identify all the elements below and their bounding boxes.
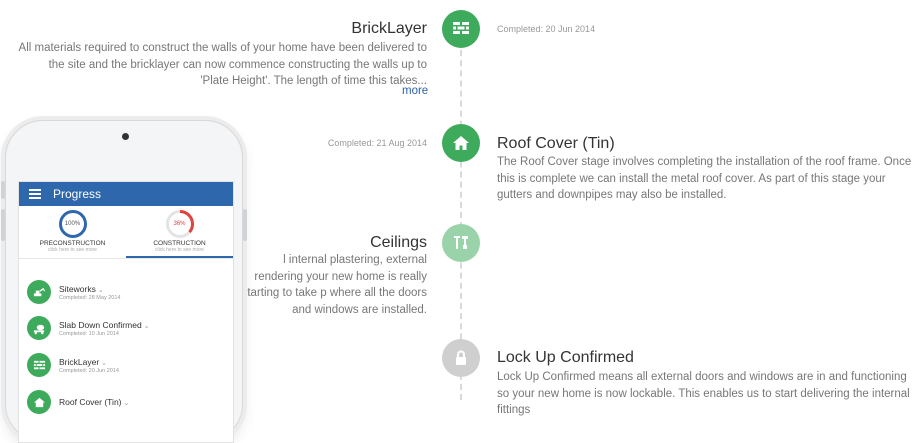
phone-mockup: Progress 100% PRECONSTRUCTION click here… bbox=[1, 120, 247, 443]
task-name: Slab Down Confirmed ⌄ bbox=[59, 319, 150, 330]
timeline-node-roof-cover[interactable] bbox=[442, 124, 480, 162]
plaster-tools-icon bbox=[454, 236, 468, 249]
tab-preconstruction[interactable]: 100% PRECONSTRUCTION click here to see m… bbox=[19, 206, 126, 258]
house-icon bbox=[27, 390, 51, 414]
stage-label: CONSTRUCTION bbox=[153, 240, 206, 247]
app-bar: Progress bbox=[19, 182, 233, 206]
phone-side-button bbox=[243, 209, 247, 241]
timeline-node-bricklayer[interactable] bbox=[442, 10, 480, 48]
phone-side-button bbox=[1, 209, 5, 241]
timeline-node-ceilings[interactable] bbox=[442, 224, 480, 262]
list-item[interactable]: Siteworks ⌄ Completed: 28 May 2014 bbox=[27, 280, 120, 304]
task-date: Completed: 28 May 2014 bbox=[59, 294, 121, 301]
list-item[interactable]: BrickLayer ⌄ Completed: 20 Jun 2014 bbox=[27, 353, 119, 377]
task-date: Completed: 20 Jun 2014 bbox=[59, 367, 119, 374]
timeline-node-lock-up[interactable] bbox=[442, 339, 480, 377]
task-date: Completed: 10 Jun 2014 bbox=[59, 330, 119, 337]
menu-icon[interactable] bbox=[29, 189, 41, 199]
brick-wall-icon bbox=[453, 22, 469, 34]
excavator-icon bbox=[27, 280, 51, 304]
stage-sublabel: click here to see more bbox=[155, 247, 204, 253]
timeline-item-description: Lock Up Confirmed means all external doo… bbox=[497, 371, 910, 416]
completed-date: Completed: 20 Jun 2014 bbox=[497, 24, 596, 34]
task-name: Siteworks ⌄ bbox=[59, 283, 104, 294]
more-link[interactable]: more bbox=[402, 85, 428, 97]
concrete-mixer-icon bbox=[27, 316, 51, 340]
progress-ring: 36% bbox=[165, 210, 194, 238]
progress-ring: 100% bbox=[58, 210, 87, 238]
timeline-item-description: l internal plastering, external renderin… bbox=[241, 254, 427, 316]
task-name: Roof Cover (Tin) ⌄ bbox=[59, 396, 130, 407]
phone-screen: Progress 100% PRECONSTRUCTION click here… bbox=[18, 181, 234, 443]
padlock-icon bbox=[456, 350, 466, 365]
timeline-item-description: All materials required to construct the … bbox=[18, 42, 427, 87]
progress-percent: 100% bbox=[64, 221, 81, 227]
timeline-item-description: The Roof Cover stage involves completing… bbox=[497, 156, 912, 201]
tab-construction[interactable]: 36% CONSTRUCTION click here to see more bbox=[126, 206, 233, 258]
brick-wall-icon bbox=[27, 353, 51, 377]
timeline-item-title: Ceilings bbox=[370, 234, 427, 251]
stage-tabs: 100% PRECONSTRUCTION click here to see m… bbox=[19, 206, 233, 259]
stage-sublabel: click here to see more bbox=[48, 247, 97, 253]
stage-label: PRECONSTRUCTION bbox=[39, 240, 106, 247]
timeline-item-title: BrickLayer bbox=[351, 20, 427, 37]
list-item[interactable]: Slab Down Confirmed ⌄ Completed: 10 Jun 2… bbox=[27, 316, 150, 340]
app-title: Progress bbox=[53, 187, 102, 201]
timeline-item-title: Lock Up Confirmed bbox=[497, 349, 634, 366]
progress-percent: 36% bbox=[173, 221, 186, 227]
phone-side-button bbox=[1, 181, 5, 199]
timeline-item-title: Roof Cover (Tin) bbox=[497, 135, 615, 152]
completed-date: Completed: 21 Aug 2014 bbox=[327, 138, 427, 148]
list-item[interactable]: Roof Cover (Tin) ⌄ bbox=[27, 390, 129, 414]
house-icon bbox=[453, 136, 469, 150]
task-name: BrickLayer ⌄ bbox=[59, 356, 108, 367]
phone-camera bbox=[122, 133, 129, 140]
